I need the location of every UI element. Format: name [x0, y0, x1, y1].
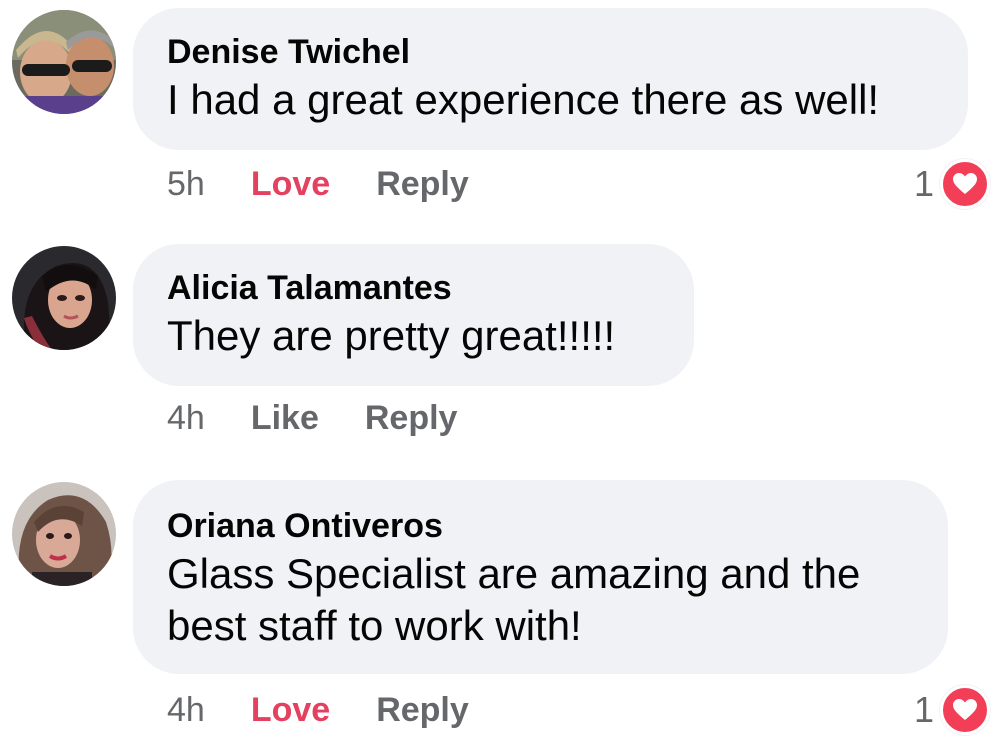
avatar[interactable] [12, 246, 116, 350]
comment-bubble: Oriana Ontiveros Glass Specialist are am… [133, 480, 948, 674]
like-button[interactable]: Like [251, 399, 319, 438]
reaction-summary[interactable]: 1 [913, 159, 990, 209]
comment-bubble: Alicia Talamantes They are pretty great!… [133, 244, 694, 386]
reaction-count: 1 [913, 163, 934, 204]
comment-author[interactable]: Alicia Talamantes [167, 268, 662, 308]
love-button[interactable]: Love [251, 691, 330, 730]
comment-actions: 5h Love Reply [167, 160, 515, 208]
comment-text: They are pretty great!!!!! [167, 312, 616, 359]
comment: Oriana Ontiveros Glass Specialist are am… [0, 472, 1000, 754]
reply-button[interactable]: Reply [376, 165, 469, 204]
comment-actions: 4h Like Reply [167, 394, 503, 442]
heart-icon [940, 685, 990, 735]
heart-icon [940, 159, 990, 209]
reaction-count: 1 [913, 689, 934, 730]
avatar[interactable] [12, 10, 116, 114]
reaction-summary[interactable]: 1 [913, 685, 990, 735]
comment-timestamp[interactable]: 5h [167, 165, 205, 204]
comment: Alicia Talamantes They are pretty great!… [0, 236, 1000, 466]
comment-text: I had a great experience there as well! [167, 76, 880, 123]
reply-button[interactable]: Reply [376, 691, 469, 730]
comment-author[interactable]: Denise Twichel [167, 32, 936, 72]
comment-timestamp[interactable]: 4h [167, 691, 205, 730]
comment-author[interactable]: Oriana Ontiveros [167, 506, 908, 546]
love-button[interactable]: Love [251, 165, 330, 204]
avatar[interactable] [12, 482, 116, 586]
comment-timestamp[interactable]: 4h [167, 399, 205, 438]
comment-actions: 4h Love Reply [167, 686, 515, 734]
comment: Denise Twichel I had a great experience … [0, 0, 1000, 230]
reply-button[interactable]: Reply [365, 399, 458, 438]
comment-bubble: Denise Twichel I had a great experience … [133, 8, 968, 150]
comment-text: Glass Specialist are amazing and the bes… [167, 550, 861, 649]
